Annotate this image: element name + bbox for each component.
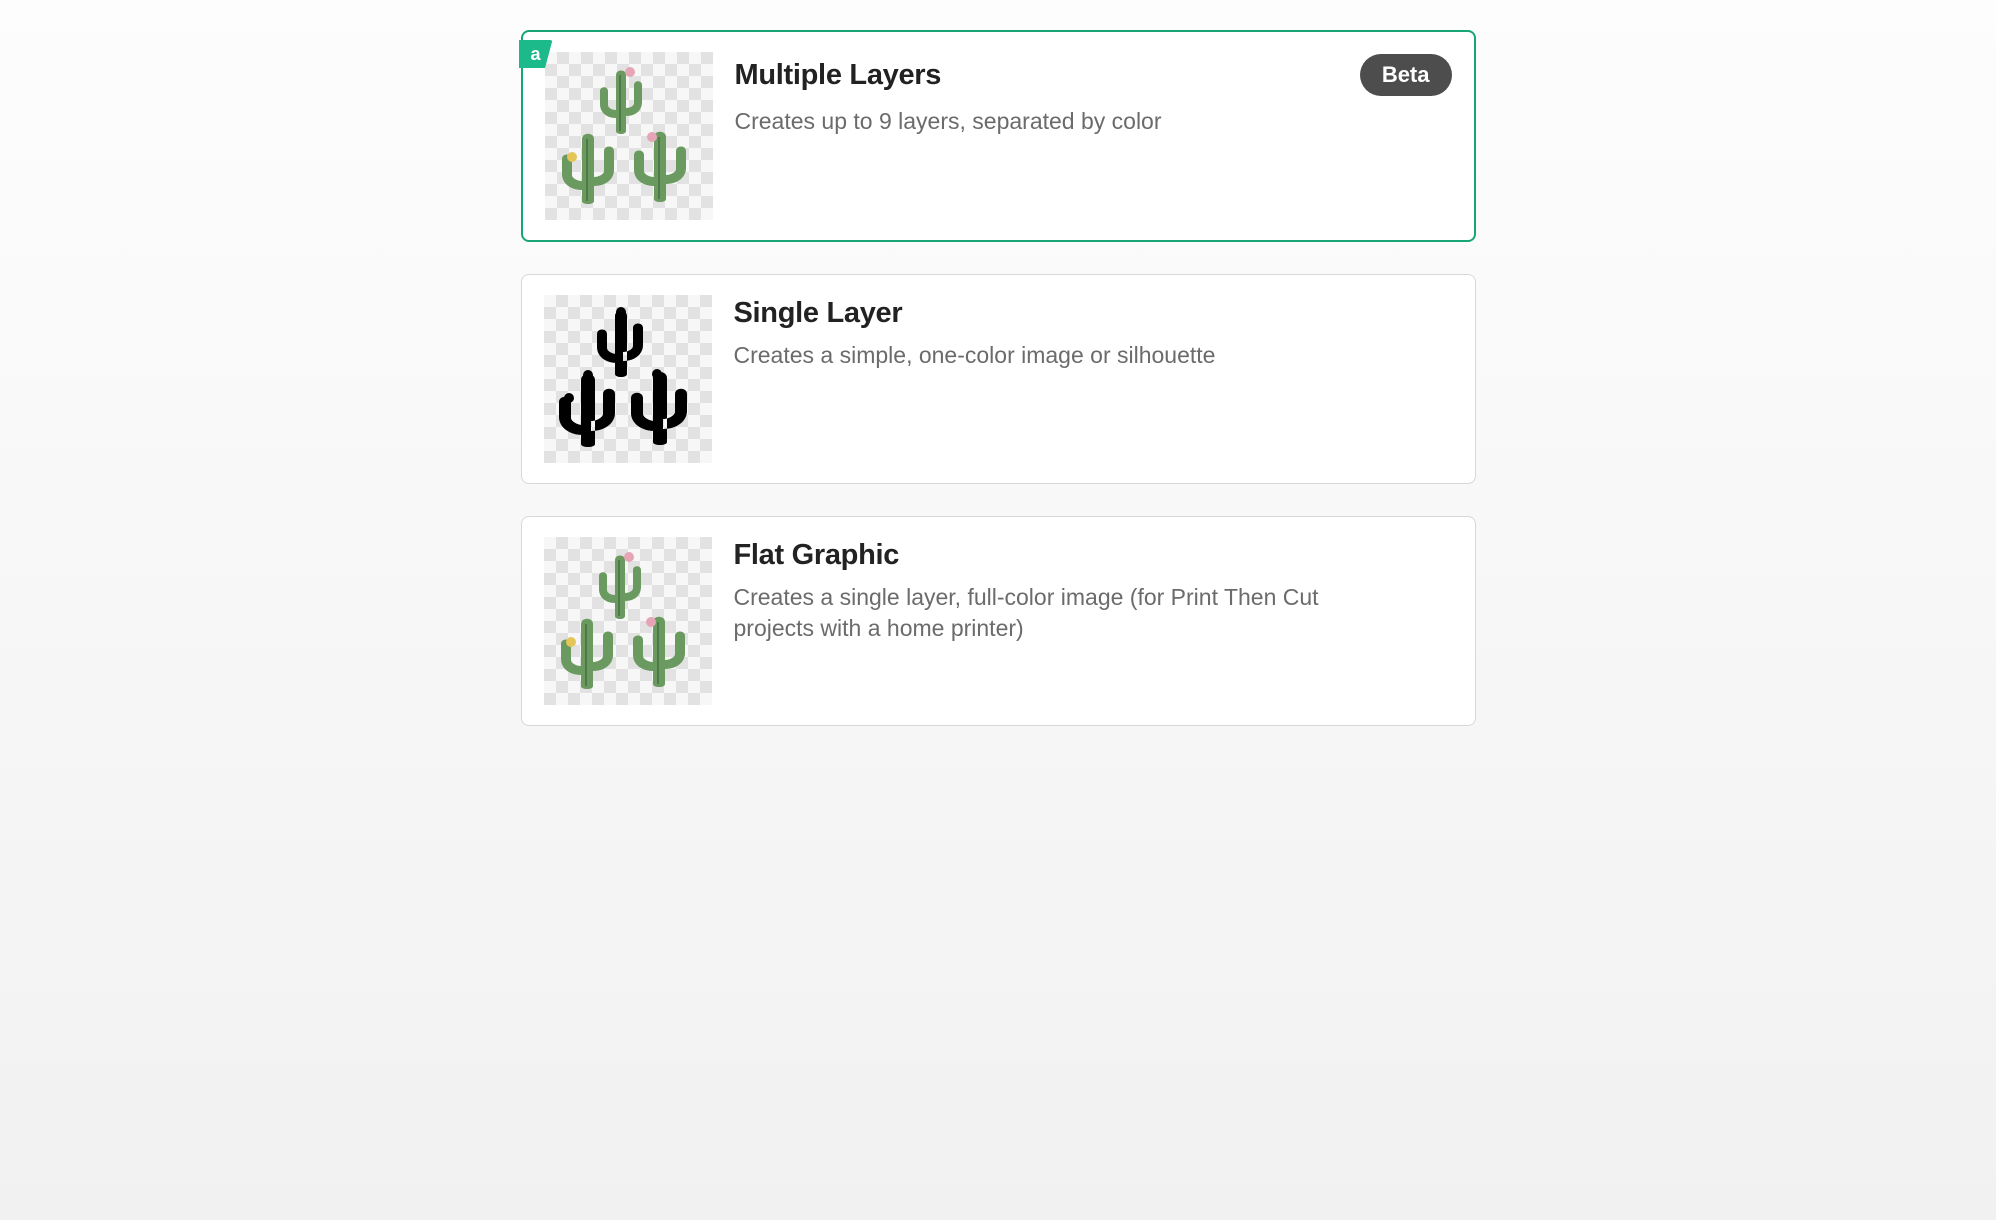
- preview-flat-graphic: [544, 537, 712, 705]
- beta-badge: Beta: [1360, 54, 1452, 96]
- cactus-icon: [628, 125, 692, 209]
- option-title: Flat Graphic: [734, 539, 900, 572]
- option-title: Single Layer: [734, 297, 903, 330]
- option-description: Creates a single layer, full-color image…: [734, 582, 1374, 644]
- option-description: Creates a simple, one-color image or sil…: [734, 340, 1374, 371]
- cactus-icon: [627, 610, 691, 694]
- preview-multiple-layers: [545, 52, 713, 220]
- cactus-silhouette-icon: [627, 368, 691, 452]
- cactus-icon: [555, 612, 619, 696]
- cactus-icon: [556, 127, 620, 211]
- cactus-silhouette-icon: [555, 370, 619, 454]
- preview-single-layer: [544, 295, 712, 463]
- option-card-flat-graphic[interactable]: Flat Graphic Creates a single layer, ful…: [521, 516, 1476, 726]
- option-card-multiple-layers[interactable]: a: [521, 30, 1476, 242]
- upload-type-option-list: a: [521, 30, 1476, 726]
- option-description: Creates up to 9 layers, separated by col…: [735, 106, 1375, 137]
- option-card-single-layer[interactable]: Single Layer Creates a simple, one-color…: [521, 274, 1476, 484]
- option-title: Multiple Layers: [735, 59, 942, 92]
